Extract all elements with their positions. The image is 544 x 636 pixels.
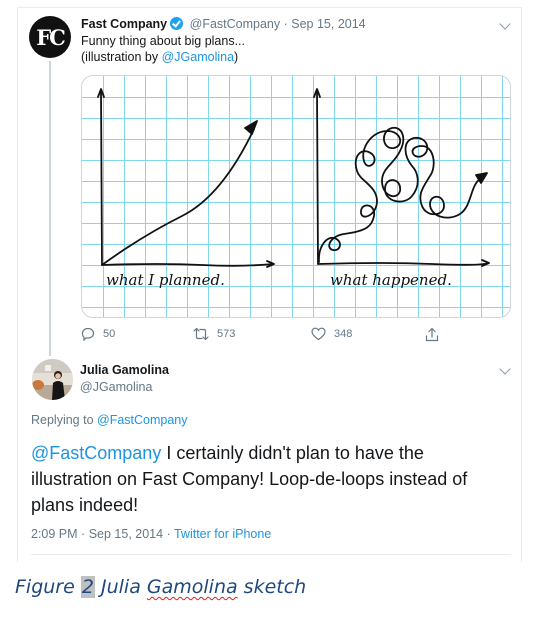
reply-mention-link[interactable]: @FastCompany — [31, 443, 161, 463]
separator: · — [283, 17, 288, 31]
reply-text: @FastCompany I certainly didn't plan to … — [31, 440, 506, 518]
planned-arrow — [244, 120, 258, 135]
author-handle[interactable]: @FastCompany — [190, 17, 281, 31]
figure-caption: Figure 2 Julia Gamolina sketch — [15, 576, 307, 598]
retweet-icon — [193, 327, 209, 341]
tweet-actions: 50 573 348 — [81, 324, 511, 344]
verified-badge-icon — [170, 17, 184, 30]
reply-icon — [81, 327, 95, 341]
tweet-text-line1: Funny thing about big plans... — [81, 34, 246, 48]
planned-line — [101, 128, 255, 266]
divider — [31, 554, 511, 555]
thread-connector-line — [49, 61, 51, 356]
replying-to-mention[interactable]: @FastCompany — [97, 413, 188, 427]
reply-author-handle[interactable]: @JGamolina — [80, 380, 152, 394]
sketch-illustration: what I planned. what happened. — [97, 88, 490, 289]
spellcheck-flagged-word[interactable]: Gamolina — [147, 576, 238, 598]
tweet-text: Funny thing about big plans... (illustra… — [81, 33, 245, 65]
reply-date[interactable]: Sep 15, 2014 — [89, 527, 163, 541]
reply-time[interactable]: 2:09 PM — [31, 527, 78, 541]
retweet-button[interactable]: 573 — [193, 324, 235, 344]
tweet-source-link[interactable]: Twitter for iPhone — [174, 527, 271, 541]
reply-button[interactable]: 50 — [81, 324, 115, 344]
julia-gamolina-avatar[interactable] — [32, 359, 73, 400]
reply-meta: 2:09 PM · Sep 15, 2014 · Twitter for iPh… — [31, 527, 272, 541]
replying-to: Replying to @FastCompany — [31, 413, 188, 427]
left-y-axis — [100, 90, 103, 266]
fast-company-avatar[interactable]: FC — [29, 16, 71, 58]
like-button[interactable]: 348 — [311, 324, 352, 344]
mention-link[interactable]: @JGamolina — [162, 50, 234, 64]
retweet-count: 573 — [217, 328, 236, 340]
right-x-axis — [317, 262, 489, 266]
share-icon — [425, 327, 439, 341]
share-button[interactable] — [425, 324, 439, 344]
tweet-image[interactable]: what I planned. what happened. — [81, 75, 511, 318]
tweet-text-line2: (illustration by @JGamolina) — [81, 50, 239, 64]
tweet-header: Fast Company @FastCompany · Sep 15, 2014 — [81, 17, 366, 31]
right-y-axis — [316, 90, 319, 265]
like-count: 348 — [334, 328, 353, 340]
left-x-axis — [101, 263, 274, 267]
profile-photo — [32, 359, 73, 400]
heart-icon — [311, 327, 326, 341]
reply-count: 50 — [103, 328, 116, 340]
left-chart-label: what I planned. — [106, 271, 225, 289]
figure-number[interactable]: 2 — [80, 576, 95, 598]
tweet-date[interactable]: Sep 15, 2014 — [291, 17, 365, 31]
author-name[interactable]: Fast Company — [81, 17, 167, 31]
happened-line — [318, 126, 481, 263]
reply-author-name[interactable]: Julia Gamolina — [80, 363, 169, 377]
right-chart-label: what happened. — [330, 271, 452, 289]
